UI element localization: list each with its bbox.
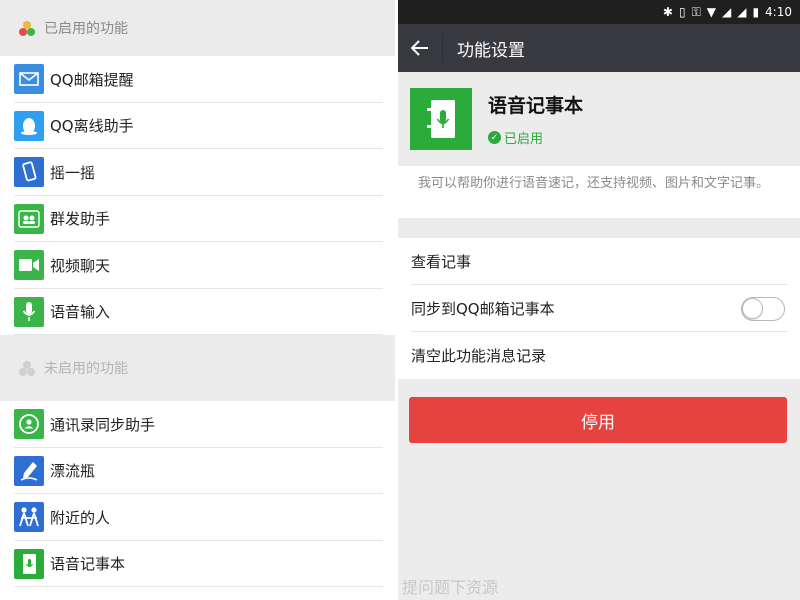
- app-bar: 功能设置: [398, 24, 800, 72]
- feature-state-label: 已启用: [504, 132, 544, 147]
- page-title: 功能设置: [457, 40, 525, 61]
- group-send-icon: [14, 203, 44, 234]
- people-nearby-icon: [14, 502, 44, 533]
- feature-item-contactsync[interactable]: 通讯录同步助手: [0, 401, 395, 448]
- option-label: 查看记事: [411, 253, 472, 271]
- section-gap: [398, 218, 800, 238]
- video-camera-icon: [14, 250, 44, 281]
- disabled-section-title: 未启用的功能: [44, 361, 128, 377]
- status-time: 4:10: [765, 5, 792, 19]
- voice-notebook-icon: [14, 548, 44, 579]
- check-icon: ✓: [488, 131, 501, 144]
- key-icon: ⚿: [691, 4, 701, 19]
- option-clear-history[interactable]: 清空此功能消息记录: [398, 332, 800, 379]
- sync-toggle[interactable]: [741, 297, 785, 321]
- feature-label: QQ离线助手: [50, 117, 134, 136]
- contact-sync-icon: [14, 409, 44, 440]
- mail-icon: [14, 64, 44, 95]
- disabled-section-header: 未启用的功能: [0, 335, 395, 401]
- option-view-notes[interactable]: 查看记事: [398, 238, 800, 285]
- feature-label: 视频聊天: [50, 256, 111, 275]
- feature-item-groupsend[interactable]: 群发助手: [0, 196, 395, 243]
- feature-item-videochat[interactable]: 视频聊天: [0, 242, 395, 289]
- feature-item-driftbottle[interactable]: 漂流瓶: [0, 448, 395, 495]
- wifi-icon: ▼: [706, 5, 716, 19]
- feature-label: 语音输入: [50, 303, 111, 322]
- feature-dots-icon: [18, 19, 36, 37]
- status-bar: ✱ ▯ ⚿ ▼ ◢ ◢ ▮ 4:10: [398, 0, 800, 24]
- shake-phone-icon: [14, 157, 44, 188]
- options-list: 查看记事 同步到QQ邮箱记事本 清空此功能消息记录: [398, 238, 800, 379]
- feature-list-screen: 已启用的功能 QQ邮箱提醒 QQ离线助手 摇一摇 群发助手 视频聊天 语音输入 …: [0, 0, 395, 600]
- option-label: 清空此功能消息记录: [411, 347, 547, 365]
- option-label: 同步到QQ邮箱记事本: [411, 300, 555, 318]
- feature-label: 群发助手: [50, 210, 111, 229]
- enabled-section-title: 已启用的功能: [44, 21, 128, 37]
- feature-label: 漂流瓶: [50, 462, 96, 481]
- option-sync-qqmail[interactable]: 同步到QQ邮箱记事本: [398, 285, 800, 332]
- feature-label: 附近的人: [50, 508, 111, 527]
- toggle-knob: [742, 298, 763, 319]
- signal-icon: ◢: [721, 5, 732, 19]
- feature-item-voicenotebook[interactable]: 语音记事本: [0, 541, 395, 588]
- disable-button[interactable]: 停用: [409, 397, 787, 443]
- feature-label: QQ邮箱提醒: [50, 70, 134, 89]
- feature-label: 摇一摇: [50, 163, 96, 182]
- battery-icon: ▮: [752, 5, 760, 19]
- drift-bottle-icon: [14, 455, 44, 486]
- feature-item-qqoffline[interactable]: QQ离线助手: [0, 103, 395, 150]
- feature-dots-icon: [18, 359, 36, 377]
- feature-state: ✓ 已启用: [488, 128, 583, 147]
- watermark-text: 提问题下资源: [402, 578, 499, 597]
- feature-name: 语音记事本: [488, 95, 584, 117]
- vibrate-icon: ▯: [678, 5, 686, 19]
- feature-info: 语音记事本 ✓ 已启用: [398, 72, 800, 166]
- voice-notebook-icon: [410, 88, 472, 150]
- qq-penguin-icon: [14, 110, 44, 141]
- feature-label: 通讯录同步助手: [50, 415, 156, 434]
- back-arrow-icon[interactable]: [398, 24, 442, 72]
- feature-item-peoplenearby[interactable]: 附近的人: [0, 494, 395, 541]
- feature-item-voiceinput[interactable]: 语音输入: [0, 289, 395, 336]
- feature-item-qqmail[interactable]: QQ邮箱提醒: [0, 56, 395, 103]
- feature-description: 我可以帮助你进行语音速记，还支持视频、图片和文字记事。: [398, 166, 800, 218]
- bluetooth-icon: ✱: [662, 5, 673, 19]
- feature-label: 语音记事本: [50, 555, 126, 574]
- appbar-separator: [442, 34, 443, 62]
- feature-item-shake[interactable]: 摇一摇: [0, 149, 395, 196]
- feature-settings-screen: ✱ ▯ ⚿ ▼ ◢ ◢ ▮ 4:10 功能设置 语音记事本 ✓ 已启用 我可以帮…: [398, 0, 800, 600]
- microphone-icon: [14, 296, 44, 327]
- signal-icon: ◢: [737, 5, 747, 19]
- enabled-section-header: 已启用的功能: [0, 0, 395, 56]
